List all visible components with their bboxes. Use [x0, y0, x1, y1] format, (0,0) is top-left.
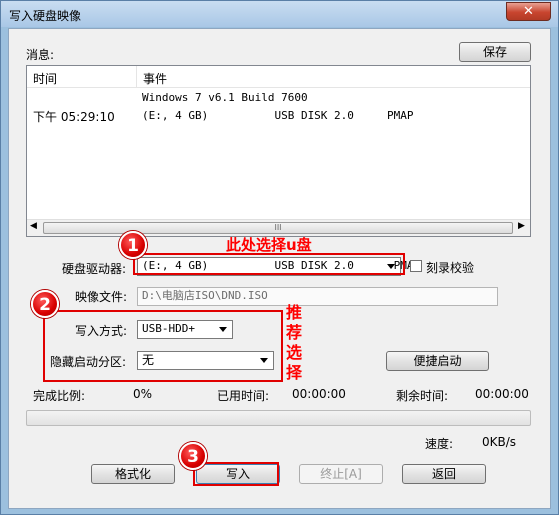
step-1-marker: 1 — [119, 231, 147, 259]
message-list[interactable]: 时间 事件 Windows 7 v6.1 Build 7600 下午 05:29… — [26, 65, 531, 237]
usb-hint-text: 此处选择u盘 — [226, 236, 312, 254]
verify-checkbox[interactable] — [410, 260, 422, 272]
messages-label: 消息: — [26, 48, 55, 62]
verify-label[interactable]: 刻录校验 — [426, 259, 474, 276]
scroll-left-icon[interactable]: ◀ — [30, 221, 37, 231]
message-row: 下午 05:29:10 (E:, 4 GB) USB DISK 2.0 PMAP — [27, 108, 530, 124]
title-bar[interactable]: 写入硬盘映像 ✕ — [1, 1, 558, 27]
column-header-time[interactable]: 时间 — [27, 66, 137, 88]
percent-label: 完成比例: — [33, 389, 86, 403]
scroll-thumb[interactable]: III — [43, 222, 513, 234]
close-icon: ✕ — [523, 4, 534, 19]
drive-label: 硬盘驱动器: — [62, 262, 127, 276]
back-button[interactable]: 返回 — [402, 464, 486, 484]
elapsed-value: 00:00:00 — [292, 387, 346, 401]
save-button[interactable]: 保存 — [459, 42, 531, 62]
options-highlight-box — [43, 310, 283, 382]
drive-highlight-box — [133, 253, 405, 275]
quick-boot-button[interactable]: 便捷启动 — [386, 351, 489, 371]
speed-label: 速度: — [425, 437, 454, 451]
window-title: 写入硬盘映像 — [9, 9, 82, 23]
percent-value: 0% — [133, 387, 153, 401]
recommend-text: 推 荐 选 择 — [286, 303, 303, 382]
message-time: 下午 05:29:10 — [33, 110, 115, 124]
elapsed-label: 已用时间: — [217, 389, 270, 403]
write-highlight-box — [193, 462, 279, 486]
progress-bar — [26, 410, 531, 426]
remaining-value: 00:00:00 — [475, 387, 529, 401]
abort-button: 终止[A] — [299, 464, 383, 484]
speed-value: 0KB/s — [482, 435, 517, 449]
column-header-event[interactable]: 事件 — [137, 66, 530, 88]
message-list-header: 时间 事件 — [27, 66, 530, 88]
dialog-window: 写入硬盘映像 ✕ 消息: 保存 时间 事件 Windows 7 v6.1 Bui… — [0, 0, 559, 515]
remaining-label: 剩余时间: — [396, 389, 449, 403]
step-3-marker: 3 — [179, 442, 207, 470]
scroll-right-icon[interactable]: ▶ — [518, 221, 525, 231]
image-file-label: 映像文件: — [75, 290, 128, 304]
message-row: Windows 7 v6.1 Build 7600 — [27, 90, 530, 106]
format-button[interactable]: 格式化 — [91, 464, 175, 484]
message-event: (E:, 4 GB) USB DISK 2.0 PMAP — [142, 109, 414, 122]
step-2-marker: 2 — [31, 290, 59, 318]
image-file-field[interactable]: D:\电脑店ISO\DND.ISO — [137, 287, 498, 306]
message-event: Windows 7 v6.1 Build 7600 — [142, 91, 308, 104]
close-button[interactable]: ✕ — [506, 2, 551, 21]
